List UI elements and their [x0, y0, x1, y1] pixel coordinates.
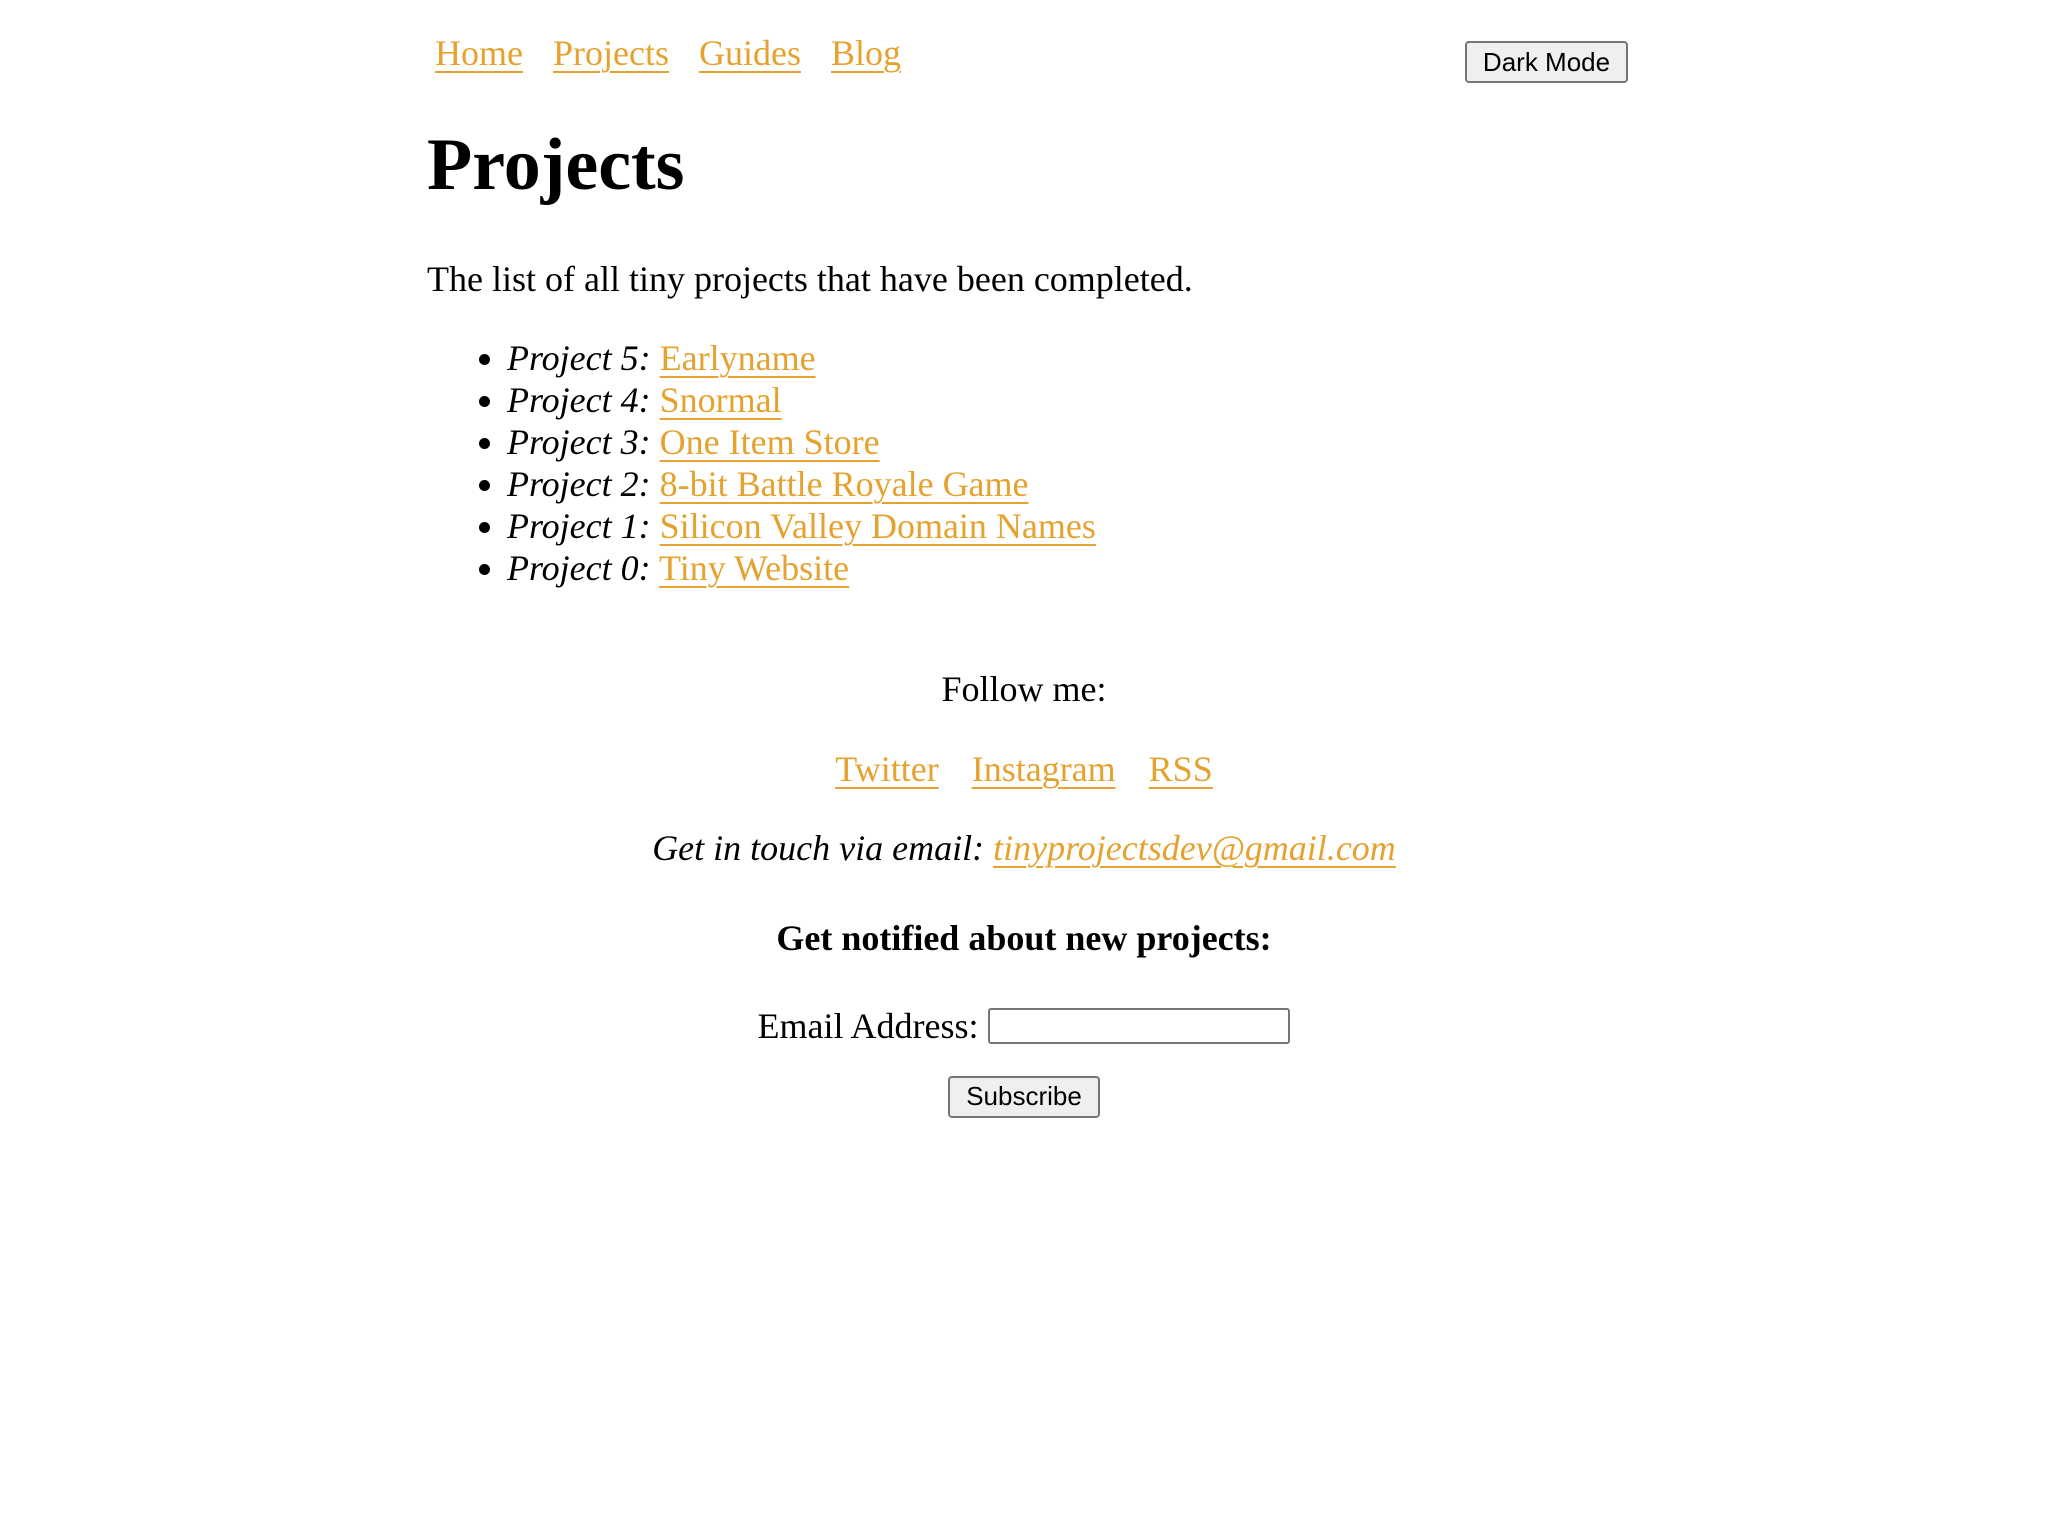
list-item: Project 2: 8-bit Battle Royale Game	[507, 463, 1096, 505]
project-link[interactable]: 8-bit Battle Royale Game	[660, 464, 1029, 504]
subscribe-row: Subscribe	[0, 1072, 2048, 1118]
list-item: Project 0: Tiny Website	[507, 547, 1096, 589]
main-nav: Home Projects Guides Blog	[435, 32, 901, 74]
project-number: Project 4:	[507, 380, 651, 420]
project-link[interactable]: One Item Store	[660, 422, 880, 462]
dark-mode-button[interactable]: Dark Mode	[1465, 41, 1628, 83]
project-link[interactable]: Snormal	[660, 380, 782, 420]
email-label: Email Address:	[757, 1006, 979, 1046]
project-number: Project 0:	[507, 548, 651, 588]
project-link[interactable]: Tiny Website	[659, 548, 849, 588]
project-link[interactable]: Earlyname	[660, 338, 816, 378]
email-field[interactable]	[988, 1008, 1291, 1044]
subscribe-form: Email Address:	[0, 1005, 2048, 1047]
page-title: Projects	[427, 124, 685, 206]
nav-link-projects[interactable]: Projects	[553, 32, 669, 74]
follow-label: Follow me:	[941, 669, 1107, 709]
list-item: Project 1: Silicon Valley Domain Names	[507, 505, 1096, 547]
nav-link-home[interactable]: Home	[435, 32, 523, 74]
page-intro: The list of all tiny projects that have …	[427, 259, 1193, 299]
project-number: Project 5:	[507, 338, 651, 378]
contact-email-link[interactable]: tinyprojectsdev@gmail.com	[993, 828, 1396, 868]
list-item: Project 5: Earlyname	[507, 337, 1096, 379]
list-item: Project 4: Snormal	[507, 379, 1096, 421]
project-number: Project 1:	[507, 506, 651, 546]
notify-heading: Get notified about new projects:	[776, 918, 1272, 958]
project-number: Project 2:	[507, 464, 651, 504]
project-link[interactable]: Silicon Valley Domain Names	[660, 506, 1096, 546]
rss-link[interactable]: RSS	[1149, 749, 1213, 789]
twitter-link[interactable]: Twitter	[835, 749, 938, 789]
nav-link-guides[interactable]: Guides	[699, 32, 801, 74]
project-number: Project 3:	[507, 422, 651, 462]
nav-link-blog[interactable]: Blog	[831, 32, 901, 74]
contact-line: Get in touch via email: tinyprojectsdev@…	[0, 827, 2048, 869]
list-item: Project 3: One Item Store	[507, 421, 1096, 463]
project-list: Project 5: Earlyname Project 4: Snormal …	[427, 337, 1096, 589]
subscribe-button[interactable]: Subscribe	[948, 1075, 1100, 1118]
social-links: Twitter Instagram RSS	[0, 748, 2048, 790]
contact-label: Get in touch via email:	[652, 828, 985, 868]
instagram-link[interactable]: Instagram	[972, 749, 1116, 789]
